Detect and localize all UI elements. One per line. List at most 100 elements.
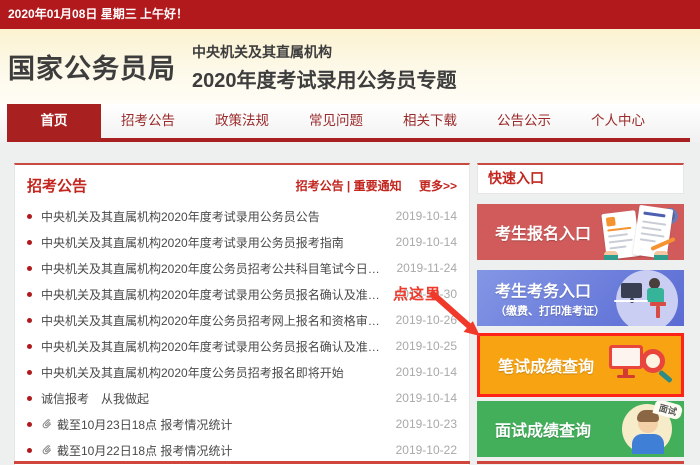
bullet-icon	[27, 344, 32, 349]
announcement-link[interactable]: 中央机关及其直属机构2020年度考试录用公务员报考指南	[41, 234, 388, 251]
monitor-icon	[609, 345, 643, 369]
nav-underline	[7, 138, 690, 142]
announcement-link[interactable]: 诚信报考 从我做起	[41, 390, 388, 407]
interview-score-inquiry-button[interactable]: 面试 面试成绩查询	[477, 401, 684, 457]
bullet-icon	[27, 292, 32, 297]
tab-policies-regulations[interactable]: 政策法规	[195, 104, 289, 138]
bullet-icon	[27, 318, 32, 323]
announcement-link[interactable]: 截至10月22日18点 报考情况统计	[57, 442, 388, 459]
quick-entry-title: 快速入口	[488, 170, 544, 186]
interview-score-inquiry-label: 面试成绩查询	[495, 417, 591, 441]
paper-line	[609, 239, 633, 244]
announcements-panel-header: 招考公告 招考公告 | 重要通知 更多>>	[15, 165, 469, 200]
written-score-inquiry-label: 笔试成绩查询	[498, 353, 594, 377]
date-bar: 2020年01月08日 星期三 上午好！	[0, 0, 700, 29]
bullet-icon	[27, 396, 32, 401]
tab-faq[interactable]: 常见问题	[289, 104, 383, 138]
announcement-link[interactable]: 中央机关及其直属机构2020年度考试录用公务员报名确认及准考证打印网址	[41, 338, 388, 355]
bullet-icon	[27, 370, 32, 375]
magnifier-handle-shape	[658, 370, 673, 383]
tab-personal-center[interactable]: 个人中心	[571, 104, 665, 138]
announcement-date: 2019-10-14	[396, 391, 457, 405]
exam-service-main-label: 考生考务入口	[495, 284, 591, 301]
announcement-date: 2019-10-14	[396, 235, 457, 249]
announcement-link[interactable]: 中央机关及其直属机构2020年度公务员招考报名即将开始	[41, 364, 388, 381]
announcement-link[interactable]: 中央机关及其直属机构2020年度公务员招考网上报名和资格审查工作结束	[41, 312, 388, 329]
paperclip-icon	[41, 444, 53, 456]
filter-tabs-link[interactable]: 招考公告 | 重要通知	[296, 179, 402, 193]
chair-leg-shape	[656, 306, 660, 318]
announcement-item: 中央机关及其直属机构2020年度考试录用公务员报考指南 2019-10-14	[27, 229, 457, 255]
announcements-filter-links: 招考公告 | 重要通知 更多>>	[296, 177, 457, 194]
announcement-list: 中央机关及其直属机构2020年度考试录用公务员公告2019-10-14中央机关及…	[15, 200, 469, 465]
bullet-icon	[27, 448, 32, 453]
announcement-item: 中央机关及其直属机构2020年度考试录用公务员公告 2019-10-14	[27, 203, 457, 229]
announcement-date: 2019-11-24	[397, 261, 458, 275]
announcements-title: 招考公告	[27, 175, 87, 196]
paper-shape	[633, 205, 674, 259]
candidate-exam-service-label: 考生考务入口 （缴费、打印准考证）	[495, 278, 605, 319]
page: 2020年01月08日 星期三 上午好！ 国家公务员局 中央机关及其直属机构 2…	[0, 0, 700, 465]
main-nav: 首页招考公告政策法规常见问题相关下载公告公示个人中心	[0, 104, 700, 142]
paper-line	[640, 238, 656, 242]
announcement-item: 诚信报考 从我做起 2019-10-14	[27, 385, 457, 411]
header-subtitle: 中央机关及其直属机构	[192, 42, 457, 62]
paper-line	[641, 226, 661, 231]
paper-line	[607, 227, 631, 232]
paper-line	[608, 233, 628, 237]
tab-home[interactable]: 首页	[7, 104, 101, 142]
emblem-icon	[606, 217, 616, 227]
announcement-item: 中央机关及其直属机构2020年度公务员招考网上报名和资格审查工作结束2019-1…	[27, 307, 457, 333]
paper-line	[641, 232, 665, 237]
monitor-base-shape	[617, 375, 635, 378]
announcement-link[interactable]: 截至10月23日18点 报考情况统计	[57, 416, 388, 433]
tab-public-notices[interactable]: 公告公示	[477, 104, 571, 138]
announcement-date: 2019-10-23	[396, 417, 457, 431]
announcement-date: 2019-10-22	[396, 443, 457, 457]
next-panel-top-border-left	[14, 461, 470, 464]
announcement-link[interactable]: 中央机关及其直属机构2020年度考试录用公务员公告	[41, 208, 388, 225]
announcement-item: 中央机关及其直属机构2020年度公务员招考报名即将开始 2019-10-14	[27, 359, 457, 385]
announcement-item: 中央机关及其直属机构2020年度考试录用公务员报名确认及准考证打印网址2019-…	[27, 333, 457, 359]
quick-entry-header: 快速入口	[477, 163, 684, 194]
quick-entry-sidebar: 快速入口	[477, 163, 684, 457]
candidate-registration-label: 考生报名入口	[495, 220, 591, 244]
tab-recruitment-announcements[interactable]: 招考公告	[101, 104, 195, 138]
paper-line	[642, 220, 666, 225]
nav-tabs: 首页招考公告政策法规常见问题相关下载公告公示个人中心	[7, 104, 700, 138]
announcement-date: 2019-10-14	[396, 365, 457, 379]
tab-downloads[interactable]: 相关下载	[383, 104, 477, 138]
click-here-annotation: 点这里	[393, 283, 441, 304]
exam-service-sub-label: （缴费、打印准考证）	[495, 303, 605, 319]
bullet-icon	[27, 214, 32, 219]
announcement-link[interactable]: 中央机关及其直属机构2020年度考试录用公务员报名确认及准考证打印咨询电话	[41, 286, 388, 303]
written-score-inquiry-button[interactable]: 笔试成绩查询	[480, 336, 681, 394]
written-score-highlight-border: 笔试成绩查询	[477, 333, 684, 397]
desk-shape	[614, 300, 648, 302]
person-body-shape	[647, 288, 664, 302]
announcement-date: 2019-10-14	[396, 209, 457, 223]
bullet-icon	[27, 266, 32, 271]
site-header: 国家公务员局 中央机关及其直属机构 2020年度考试录用公务员专题	[0, 29, 700, 104]
header-titles: 中央机关及其直属机构 2020年度考试录用公务员专题	[192, 40, 457, 93]
candidate-exam-service-button[interactable]: 考生考务入口 （缴费、打印准考证）	[477, 270, 684, 326]
cuff-shape	[654, 255, 668, 260]
datetime-text: 2020年01月08日 星期三 上午好！	[8, 7, 188, 21]
bullet-icon	[27, 422, 32, 427]
paper-line	[643, 212, 665, 218]
announcement-link[interactable]: 中央机关及其直属机构2020年度公务员招考公共科目笔试今日举行	[41, 260, 389, 277]
announcements-panel: 招考公告 招考公告 | 重要通知 更多>> 中央机关及其直属机构2020年度考试…	[14, 163, 470, 465]
bullet-icon	[27, 240, 32, 245]
more-link[interactable]: 更多>>	[419, 179, 457, 193]
candidate-registration-button[interactable]: 考生报名入口	[477, 204, 684, 260]
next-panel-top-border-right	[477, 461, 684, 464]
paperclip-icon	[41, 418, 53, 430]
page-title: 2020年度考试录用公务员专题	[192, 64, 457, 93]
content-area: 招考公告 招考公告 | 重要通知 更多>> 中央机关及其直属机构2020年度考试…	[0, 142, 700, 465]
monitor-screen-shape	[612, 348, 640, 366]
person-body-shape	[632, 434, 664, 454]
site-name: 国家公务员局	[8, 47, 176, 86]
paper-line	[609, 245, 626, 249]
monitor-icon	[621, 283, 642, 298]
announcement-item: 截至10月23日18点 报考情况统计 2019-10-23	[27, 411, 457, 437]
